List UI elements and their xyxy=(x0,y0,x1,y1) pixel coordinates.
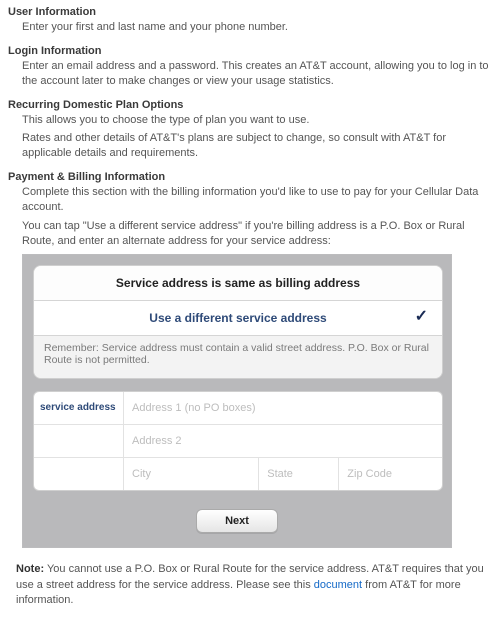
plan-options-heading: Recurring Domestic Plan Options xyxy=(8,99,492,111)
footer-note: Note: You cannot use a P.O. Box or Rural… xyxy=(16,562,484,608)
payment-heading: Payment & Billing Information xyxy=(8,171,492,183)
user-info-body: Enter your first and last name and your … xyxy=(22,20,492,35)
login-info-heading: Login Information xyxy=(8,45,492,57)
state-field[interactable]: State xyxy=(259,458,339,490)
panel-note: Remember: Service address must contain a… xyxy=(34,336,442,378)
payment-body-2: You can tap "Use a different service add… xyxy=(22,219,492,249)
user-info-heading: User Information xyxy=(8,6,492,18)
device-screenshot: Service address is same as billing addre… xyxy=(22,254,452,548)
payment-body-1: Complete this section with the billing i… xyxy=(22,185,492,215)
zip-field[interactable]: Zip Code xyxy=(339,458,442,490)
city-field[interactable]: City xyxy=(124,458,259,490)
empty-label-1 xyxy=(34,425,124,457)
address-2-field[interactable]: Address 2 xyxy=(124,425,442,457)
address-1-field[interactable]: Address 1 (no PO boxes) xyxy=(124,392,442,424)
service-address-panel: Service address is same as billing addre… xyxy=(33,265,443,379)
panel-title: Service address is same as billing addre… xyxy=(34,266,442,301)
login-info-body: Enter an email address and a password. T… xyxy=(22,59,492,89)
service-address-form: service address Address 1 (no PO boxes) … xyxy=(33,391,443,491)
checkmark-icon: ✓ xyxy=(415,306,428,326)
empty-label-2 xyxy=(34,458,124,490)
use-different-address-option[interactable]: Use a different service address ✓ xyxy=(34,301,442,336)
plan-options-body-1: This allows you to choose the type of pl… xyxy=(22,113,492,128)
note-label: Note: xyxy=(16,563,44,575)
service-address-label: service address xyxy=(34,392,124,424)
plan-options-body-2: Rates and other details of AT&T's plans … xyxy=(22,131,492,161)
alt-option-label: Use a different service address xyxy=(149,311,326,325)
document-link[interactable]: document xyxy=(314,579,362,591)
next-button[interactable]: Next xyxy=(196,509,278,533)
